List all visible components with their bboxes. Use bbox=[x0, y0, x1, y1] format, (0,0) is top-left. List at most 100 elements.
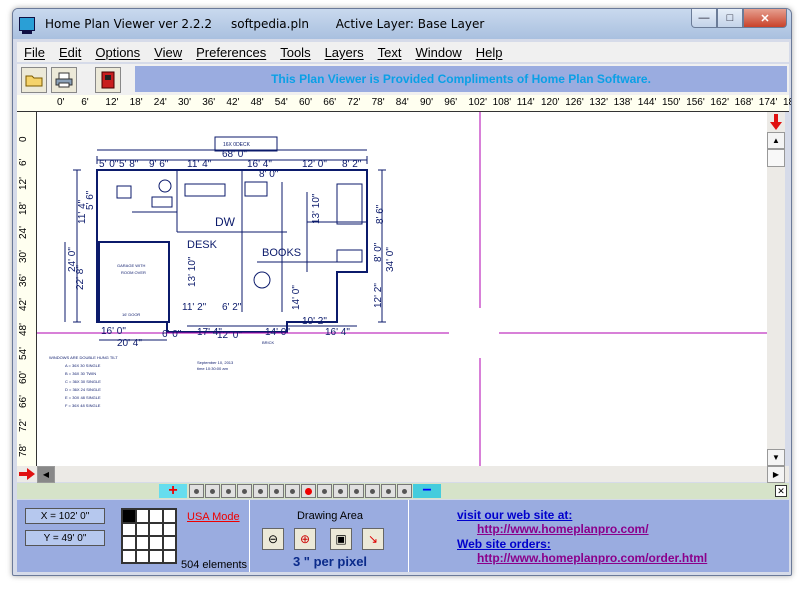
ruler-tick-h: 36' bbox=[202, 97, 216, 108]
menu-options[interactable]: Options bbox=[88, 45, 147, 60]
homeplanpro-link[interactable]: http://www.homeplanpro.com/ bbox=[477, 522, 707, 536]
remove-layer-button[interactable]: − bbox=[413, 482, 441, 499]
scroll-down-button[interactable]: ▼ bbox=[767, 449, 785, 466]
layer-11-button[interactable] bbox=[349, 484, 364, 498]
layer-close-icon[interactable]: ✕ bbox=[775, 485, 787, 497]
menu-tools[interactable]: Tools bbox=[273, 45, 317, 60]
drawing-area-label: Drawing Area bbox=[296, 510, 364, 522]
zoom-in-button[interactable]: ⊕ bbox=[294, 528, 316, 550]
app-monitor-icon bbox=[19, 17, 35, 34]
window-spec-e: E = 30X 48 SINGLE bbox=[65, 395, 101, 400]
layer-3-button[interactable] bbox=[221, 484, 236, 498]
menu-edit[interactable]: Edit bbox=[52, 45, 88, 60]
zoom-fit-button[interactable]: ▣ bbox=[330, 528, 352, 550]
layer-13-button[interactable] bbox=[381, 484, 396, 498]
dim-3: 9' 6" bbox=[149, 159, 169, 170]
y-coordinate: Y = 49' 0" bbox=[25, 530, 105, 546]
ruler-tick-h: 96' bbox=[444, 97, 458, 108]
orders-link[interactable]: Web site orders: bbox=[457, 537, 707, 551]
scale-readout: 3 " per pixel bbox=[292, 554, 368, 569]
layer-bar: + − ✕ bbox=[17, 482, 789, 499]
dim-v10: 34' 0" bbox=[385, 247, 396, 272]
layer-12-button[interactable] bbox=[365, 484, 380, 498]
zoom-out-icon: ⊖ bbox=[267, 532, 279, 546]
zoom-out-button[interactable]: ⊖ bbox=[262, 528, 284, 550]
desk-label: DESK bbox=[187, 239, 218, 251]
vertical-scroll-pointer-icon[interactable] bbox=[767, 112, 785, 132]
dim-b10: 12' 0" bbox=[217, 330, 242, 341]
ruler-tick-h: 18' bbox=[129, 97, 143, 108]
window-spec-a: A = 36X 30 SINGLE bbox=[65, 363, 101, 368]
ruler-tick-v: 24' bbox=[18, 225, 29, 239]
ruler-tick-h: 0' bbox=[57, 97, 65, 108]
zoom-arrow-button[interactable]: ↘ bbox=[362, 528, 384, 550]
menu-preferences[interactable]: Preferences bbox=[189, 45, 273, 60]
exit-door-button[interactable] bbox=[95, 66, 121, 93]
ruler-tick-h: 54' bbox=[274, 97, 288, 108]
ruler-tick-h: 48' bbox=[250, 97, 264, 108]
horizontal-ruler: 0' 6' 12' 18' 24' 30' 36' 42' 48' 54' 60' 66' 72' 78'… bbox=[17, 95, 791, 112]
ruler-tick-h: 72' bbox=[347, 97, 361, 108]
layer-active-button[interactable] bbox=[301, 484, 316, 498]
close-button[interactable]: ✕ bbox=[743, 9, 787, 28]
windows-title: WINDOWS ARE DOUBLE HUNG TILT bbox=[49, 355, 118, 360]
x-coordinate: X = 102' 0" bbox=[25, 508, 105, 524]
menu-help[interactable]: Help bbox=[469, 45, 510, 60]
menu-view[interactable]: View bbox=[147, 45, 189, 60]
app-window: Home Plan Viewer ver 2.2.2 softpedia.pln… bbox=[12, 8, 792, 576]
ruler-tick-h: 162' bbox=[710, 97, 729, 108]
open-folder-icon bbox=[25, 75, 43, 86]
scroll-up-button[interactable]: ▲ bbox=[767, 132, 785, 149]
order-page-link[interactable]: http://www.homeplanpro.com/order.html bbox=[477, 551, 707, 565]
ruler-tick-v: 36' bbox=[18, 274, 29, 288]
ruler-tick-h: 84' bbox=[395, 97, 409, 108]
vertical-scrollbar[interactable]: ▲ ▼ bbox=[767, 112, 785, 466]
ruler-tick-v: 30' bbox=[18, 249, 29, 263]
banner-text: This Plan Viewer is Provided Compliments… bbox=[271, 72, 651, 86]
grid-selector-icon[interactable] bbox=[121, 508, 177, 564]
menu-text[interactable]: Text bbox=[371, 45, 409, 60]
menu-layers[interactable]: Layers bbox=[318, 45, 371, 60]
deck-label: 16X 0DECK bbox=[223, 142, 251, 148]
ruler-tick-h: 60' bbox=[299, 97, 313, 108]
layer-7-button[interactable] bbox=[285, 484, 300, 498]
minimize-button[interactable]: ― bbox=[691, 9, 717, 28]
horizontal-scrollbar[interactable]: ◀ ▶ bbox=[17, 465, 789, 483]
window-title: Home Plan Viewer ver 2.2.2 softpedia.pln… bbox=[45, 17, 485, 31]
layer-5-button[interactable] bbox=[253, 484, 268, 498]
print-button[interactable] bbox=[51, 66, 77, 93]
status-panel: X = 102' 0" Y = 49' 0" USA Mode 504 elem… bbox=[17, 500, 789, 572]
menu-file[interactable]: File bbox=[17, 45, 52, 60]
ruler-tick-h: 150' bbox=[662, 97, 681, 108]
ruler-tick-h: 144' bbox=[637, 97, 657, 108]
ruler-tick-h: 12' bbox=[105, 97, 119, 108]
ruler-tick-v: 54' bbox=[18, 346, 29, 360]
open-folder-button[interactable] bbox=[21, 66, 47, 93]
usa-mode-link[interactable]: USA Mode bbox=[187, 511, 240, 523]
scroll-left-button[interactable]: ◀ bbox=[37, 465, 55, 483]
title-bar[interactable]: Home Plan Viewer ver 2.2.2 softpedia.pln… bbox=[13, 9, 791, 39]
visit-site-link[interactable]: visit our web site at: bbox=[457, 508, 707, 522]
coordinate-readout: X = 102' 0" Y = 49' 0" bbox=[25, 508, 107, 568]
menu-bar: File Edit Options View Preferences Tools… bbox=[17, 42, 789, 62]
layer-10-button[interactable] bbox=[333, 484, 348, 498]
horizontal-scroll-pointer-icon[interactable] bbox=[17, 468, 37, 480]
date-note-2: time 10:30:00 am bbox=[197, 366, 229, 371]
layer-6-button[interactable] bbox=[269, 484, 284, 498]
layer-9-button[interactable] bbox=[317, 484, 332, 498]
menu-window[interactable]: Window bbox=[408, 45, 468, 60]
ruler-tick-h: 18 bbox=[783, 97, 791, 108]
layer-14-button[interactable] bbox=[397, 484, 412, 498]
ruler-tick-h: 120' bbox=[541, 97, 560, 108]
maximize-button[interactable]: □ bbox=[717, 9, 743, 28]
layer-2-button[interactable] bbox=[205, 484, 220, 498]
dim-b6: 16' 4" bbox=[325, 327, 350, 338]
garage-label-2: ROOM OVER bbox=[121, 270, 146, 275]
vertical-scroll-thumb[interactable] bbox=[767, 149, 785, 167]
layer-4-button[interactable] bbox=[237, 484, 252, 498]
layer-1-button[interactable] bbox=[189, 484, 204, 498]
add-layer-button[interactable]: + bbox=[159, 482, 187, 499]
zoom-fit-icon: ▣ bbox=[335, 532, 347, 546]
drawing-canvas[interactable]: 16X 0DECK 68' 0" 5' 0" 5' 8" 9' 6" 11' 4… bbox=[37, 112, 767, 466]
scroll-right-button[interactable]: ▶ bbox=[767, 465, 785, 483]
